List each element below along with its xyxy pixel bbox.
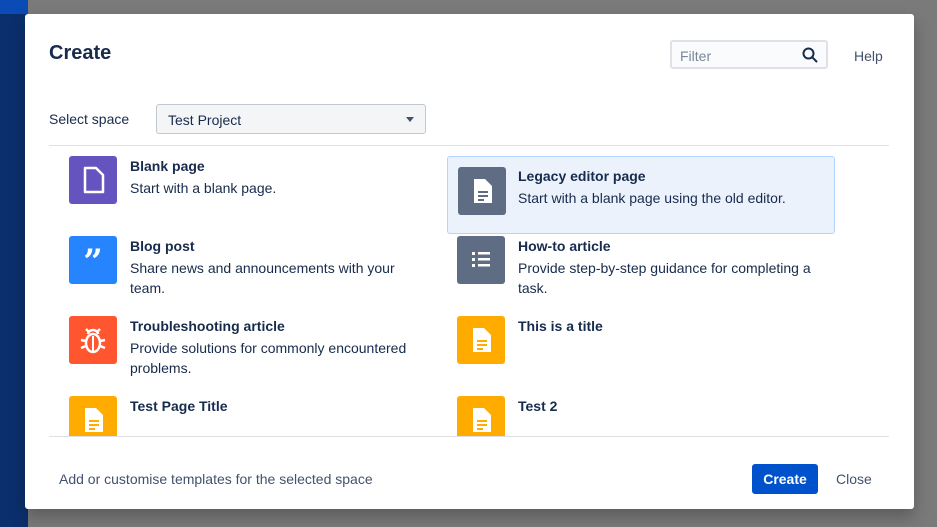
template-this-is-a-title[interactable]: This is a title: [437, 306, 823, 384]
template-blog-post[interactable]: ” Blog post Share news and announcements…: [49, 226, 435, 304]
template-test-2[interactable]: Test 2: [437, 386, 823, 436]
filter-input[interactable]: [678, 45, 800, 67]
filter-field[interactable]: [670, 40, 828, 69]
select-space-label: Select space: [49, 111, 130, 127]
template-legacy-editor-page[interactable]: Legacy editor page Start with a blank pa…: [447, 156, 835, 234]
template-name: Legacy editor page: [518, 168, 646, 184]
legacy-page-icon: [458, 167, 506, 215]
search-icon[interactable]: [802, 47, 818, 63]
bug-icon: [69, 316, 117, 364]
help-link[interactable]: Help: [854, 48, 883, 64]
close-button[interactable]: Close: [836, 471, 872, 487]
chevron-down-icon: [406, 117, 414, 122]
template-name: How-to article: [518, 238, 611, 254]
template-description: Provide solutions for commonly encounter…: [130, 340, 407, 376]
customise-templates-link[interactable]: Add or customise templates for the selec…: [59, 471, 373, 487]
page-icon: [457, 396, 505, 436]
space-select[interactable]: Test Project: [156, 104, 426, 134]
page-icon: [69, 396, 117, 436]
template-description: Start with a blank page using the old ed…: [518, 190, 786, 206]
template-blank-page[interactable]: Blank page Start with a blank page.: [49, 146, 435, 224]
template-list: Blank page Start with a blank page. Lega…: [49, 146, 889, 436]
template-name: Blog post: [130, 238, 195, 254]
template-name: Test 2: [518, 398, 558, 414]
template-name: This is a title: [518, 318, 603, 334]
template-troubleshooting-article[interactable]: Troubleshooting article Provide solution…: [49, 306, 435, 384]
quote-icon: ”: [69, 236, 117, 284]
template-description: Share news and announcements with your t…: [130, 260, 395, 296]
divider: [49, 436, 889, 437]
create-dialog: Create Help Select space Test Project Bl…: [25, 14, 914, 509]
background-app-header: [0, 0, 28, 14]
svg-text:”: ”: [83, 242, 103, 282]
space-select-value: Test Project: [168, 112, 242, 128]
template-description: Provide step-by-step guidance for comple…: [518, 260, 811, 296]
template-name: Blank page: [130, 158, 205, 174]
template-test-page-title[interactable]: Test Page Title: [49, 386, 435, 436]
template-name: Troubleshooting article: [130, 318, 285, 334]
list-icon: [457, 236, 505, 284]
create-button[interactable]: Create: [752, 464, 818, 494]
template-description: Start with a blank page.: [130, 180, 277, 196]
template-how-to-article[interactable]: How-to article Provide step-by-step guid…: [437, 226, 823, 304]
page-icon: [457, 316, 505, 364]
template-name: Test Page Title: [130, 398, 228, 414]
dialog-title: Create: [49, 42, 112, 64]
blank-page-icon: [69, 156, 117, 204]
background-app-sidebar: [0, 0, 28, 527]
